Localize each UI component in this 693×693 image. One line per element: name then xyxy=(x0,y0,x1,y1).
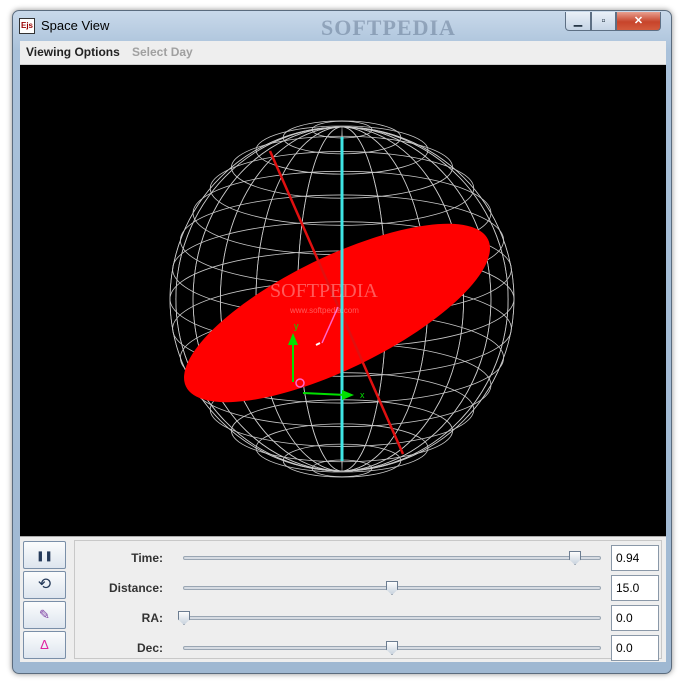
delta-button[interactable]: Δ xyxy=(23,631,66,659)
x-axis-label: x xyxy=(360,390,365,400)
minimize-button[interactable]: ▁ xyxy=(565,12,591,31)
control-panel: ❚❚ ⟲ ✎ Δ Time: 0.94 Distance: 15.0 RA: 0… xyxy=(20,536,666,662)
pause-icon: ❚❚ xyxy=(36,551,53,562)
time-value-field[interactable]: 0.94 xyxy=(611,545,659,571)
ra-label: RA: xyxy=(141,611,163,625)
menu-select-day: Select Day xyxy=(132,45,193,59)
distance-slider[interactable] xyxy=(183,581,601,595)
space-3d-viewport[interactable]: y x SOFTPEDIA www.softpedia.com xyxy=(20,65,666,536)
menu-viewing-options[interactable]: Viewing Options xyxy=(26,45,120,59)
reset-icon: ⟲ xyxy=(37,576,52,593)
app-icon: Ejs xyxy=(19,18,35,34)
space-view-window: Ejs Space View SOFTPEDIA ▁ ▫ ✕ Viewing O… xyxy=(12,10,672,674)
eraser-icon: ✎ xyxy=(39,607,50,622)
parameter-controls: Time: 0.94 Distance: 15.0 RA: 0.0 Dec: 0… xyxy=(74,540,662,661)
ra-value-field[interactable]: 0.0 xyxy=(611,605,659,631)
y-axis-label: y xyxy=(294,321,299,331)
watermark-logo: SOFTPEDIA xyxy=(321,15,456,40)
minimize-icon: ▁ xyxy=(573,15,583,27)
delta-icon: Δ xyxy=(40,637,49,652)
dec-label: Dec: xyxy=(136,641,163,655)
distance-value-field[interactable]: 15.0 xyxy=(611,575,659,601)
watermark-text: SOFTPEDIA xyxy=(270,280,378,302)
space-scene: y x SOFTPEDIA www.softpedia.com xyxy=(169,120,515,478)
title-bar[interactable]: Ejs Space View SOFTPEDIA ▁ ▫ ✕ xyxy=(13,11,671,41)
ra-slider-thumb[interactable] xyxy=(178,611,190,625)
time-slider-thumb[interactable] xyxy=(569,551,582,565)
dec-slider[interactable] xyxy=(183,641,601,655)
distance-slider-thumb[interactable] xyxy=(386,581,398,595)
maximize-button[interactable]: ▫ xyxy=(591,12,616,31)
close-icon: ✕ xyxy=(633,15,644,27)
clear-button[interactable]: ✎ xyxy=(23,601,66,629)
menu-bar: Viewing Options Select Day xyxy=(20,41,666,65)
window-title: Space View xyxy=(41,18,110,33)
close-button[interactable]: ✕ xyxy=(616,12,661,31)
dec-slider-thumb[interactable] xyxy=(386,641,398,655)
distance-label: Distance: xyxy=(108,581,163,595)
time-slider[interactable] xyxy=(183,551,601,565)
time-label: Time: xyxy=(131,551,163,565)
maximize-icon: ▫ xyxy=(601,15,606,27)
watermark-url: www.softpedia.com xyxy=(289,306,359,315)
ra-slider[interactable] xyxy=(178,611,601,625)
pause-button[interactable]: ❚❚ xyxy=(23,541,66,569)
reset-button[interactable]: ⟲ xyxy=(23,571,66,599)
dec-value-field[interactable]: 0.0 xyxy=(611,635,659,661)
